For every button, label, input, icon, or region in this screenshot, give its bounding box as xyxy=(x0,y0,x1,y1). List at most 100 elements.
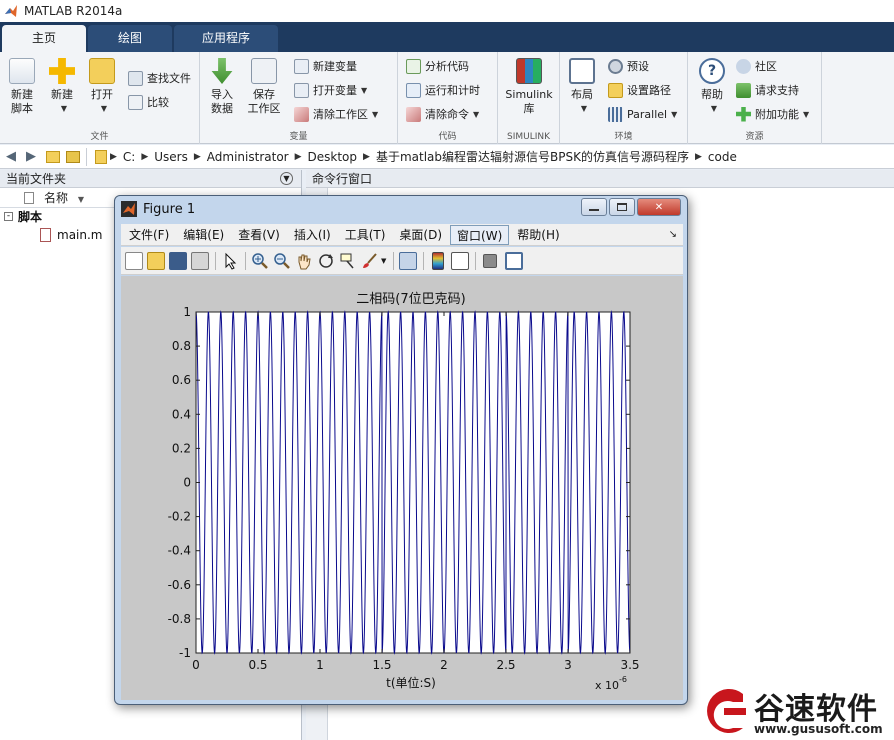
open-button[interactable]: 打开 ▼ xyxy=(84,58,120,116)
figure-canvas[interactable]: 二相码(7位巴克码) 1 0.8 0.6 0.4 0.2 0 -0.2 -0.4 -0.6 -0.… xyxy=(121,276,683,700)
chart-title: 二相码(7位巴克码) xyxy=(356,292,465,307)
clear-commands-button[interactable]: 清除命令 ▼ xyxy=(406,104,479,124)
run-and-time-button[interactable]: 运行和计时 xyxy=(406,80,480,100)
new-script-button[interactable]: 新建 脚本 xyxy=(4,58,40,116)
collapse-icon[interactable]: - xyxy=(4,212,13,221)
chevron-down-icon: ▼ xyxy=(803,109,810,119)
menu-tools[interactable]: 工具(T) xyxy=(339,225,392,245)
data-cursor-icon[interactable] xyxy=(339,252,357,270)
print-icon[interactable] xyxy=(191,252,209,270)
run-time-icon xyxy=(406,82,421,98)
clear-commands-icon xyxy=(406,106,421,122)
panel-menu-icon[interactable]: ▼ xyxy=(280,172,293,185)
ribbon-group-resources: ? 帮助 ▼ 社区 请求支持 附加功能 ▼ 资源 xyxy=(688,52,822,144)
breadcrumb-project-folder[interactable]: 基于matlab编程雷达辐射源信号BPSK的仿真信号源码程序 xyxy=(376,148,689,165)
help-label: 帮助 xyxy=(701,88,723,101)
compare-button[interactable]: 比较 xyxy=(128,92,169,112)
breadcrumb-desktop[interactable]: Desktop xyxy=(308,150,358,164)
breadcrumb-drive[interactable]: C: xyxy=(123,150,135,164)
zoom-out-icon[interactable] xyxy=(273,252,291,270)
new-figure-icon[interactable] xyxy=(125,252,143,270)
new-variable-icon xyxy=(294,58,309,74)
root-folder-icon[interactable] xyxy=(95,149,107,164)
help-button[interactable]: ? 帮助 ▼ xyxy=(694,58,730,116)
tab-plots[interactable]: 绘图 xyxy=(88,25,172,52)
ribbon-group-simulink: Simulink 库 SIMULINK xyxy=(498,52,560,144)
x-tick-label: 3.5 xyxy=(620,658,639,672)
tab-home[interactable]: 主页 xyxy=(2,25,86,52)
plot-svg[interactable]: 二相码(7位巴克码) 1 0.8 0.6 0.4 0.2 0 -0.2 -0.4 -0.6 -0.… xyxy=(121,276,683,700)
colorbar-icon[interactable] xyxy=(432,252,444,270)
close-button[interactable]: ✕ xyxy=(637,198,681,216)
back-arrow-icon[interactable]: ◀ xyxy=(2,148,20,166)
support-arrows-icon xyxy=(736,82,751,98)
x-tick-label: 2 xyxy=(440,658,448,672)
toolbar-separator xyxy=(475,252,476,270)
menu-insert[interactable]: 插入(I) xyxy=(288,225,337,245)
zoom-in-icon[interactable] xyxy=(251,252,269,270)
open-variable-button[interactable]: 打开变量 ▼ xyxy=(294,80,367,100)
figure-menubar: 文件(F) 编辑(E) 查看(V) 插入(I) 工具(T) 桌面(D) 窗口(W… xyxy=(121,224,683,246)
breadcrumb-users[interactable]: Users xyxy=(154,150,188,164)
parallel-button[interactable]: Parallel ▼ xyxy=(608,104,677,124)
hide-plot-tools-icon[interactable] xyxy=(483,254,497,268)
set-path-icon xyxy=(608,82,623,98)
y-tick-label: -0.6 xyxy=(168,578,191,592)
tab-apps[interactable]: 应用程序 xyxy=(174,25,278,52)
figure-window[interactable]: Figure 1 ✕ 文件(F) 编辑(E) 查看(V) 插入(I) 工具(T)… xyxy=(114,195,688,705)
preferences-button[interactable]: 预设 xyxy=(608,56,649,76)
analyze-code-button[interactable]: 分析代码 xyxy=(406,56,469,76)
y-tick-label: 0.6 xyxy=(172,373,191,387)
pointer-icon[interactable] xyxy=(221,252,239,270)
import-data-button[interactable]: 导入 数据 xyxy=(204,58,240,116)
watermark-logo xyxy=(707,689,746,733)
sort-down-icon: ▼ xyxy=(77,195,84,204)
show-plot-tools-icon[interactable] xyxy=(505,252,523,270)
pan-icon[interactable] xyxy=(295,252,313,270)
toolbar-separator xyxy=(393,252,394,270)
menu-edit[interactable]: 编辑(E) xyxy=(177,225,230,245)
y-tick-label: -1 xyxy=(179,646,191,660)
breadcrumb-administrator[interactable]: Administrator xyxy=(207,150,289,164)
community-button[interactable]: 社区 xyxy=(736,56,777,76)
new-variable-button[interactable]: 新建变量 xyxy=(294,56,357,76)
toolbar-separator xyxy=(215,252,216,270)
gear-icon xyxy=(608,58,623,74)
compare-label: 比较 xyxy=(147,96,169,109)
save-icon[interactable] xyxy=(169,252,187,270)
save-workspace-button[interactable]: 保存 工作区 xyxy=(246,58,282,116)
clear-workspace-button[interactable]: 清除工作区 ▼ xyxy=(294,104,378,124)
dock-arrow-icon[interactable]: ↘ xyxy=(669,229,677,240)
new-button[interactable]: 新建 ▼ xyxy=(44,58,80,116)
app-title: MATLAB R2014a xyxy=(24,4,123,18)
brush-icon[interactable] xyxy=(361,252,379,270)
new-script-icon xyxy=(9,58,35,84)
request-support-button[interactable]: 请求支持 xyxy=(736,80,799,100)
find-files-button[interactable]: 查找文件 xyxy=(128,68,191,88)
group-label-simulink: SIMULINK xyxy=(506,132,551,142)
menu-file[interactable]: 文件(F) xyxy=(123,225,175,245)
up-folder-icon[interactable] xyxy=(46,150,60,163)
set-path-button[interactable]: 设置路径 xyxy=(608,80,671,100)
rotate-icon[interactable] xyxy=(317,252,335,270)
minimize-button[interactable] xyxy=(581,198,607,216)
y-tick-label: 0 xyxy=(183,476,191,490)
forward-arrow-icon[interactable]: ▶ xyxy=(22,148,40,166)
chevron-down-icon[interactable]: ▼ xyxy=(381,257,386,265)
y-tick-label: 1 xyxy=(183,305,191,319)
layout-button[interactable]: 布局 ▼ xyxy=(564,58,600,116)
chevron-down-icon: ▼ xyxy=(671,109,678,119)
legend-icon[interactable] xyxy=(451,252,469,270)
browse-folder-icon[interactable] xyxy=(66,150,80,163)
menu-window[interactable]: 窗口(W) xyxy=(450,224,510,245)
link-plot-icon[interactable] xyxy=(399,252,417,270)
simulink-library-button[interactable]: Simulink 库 xyxy=(502,58,556,116)
menu-view[interactable]: 查看(V) xyxy=(232,225,286,245)
menu-desktop[interactable]: 桌面(D) xyxy=(393,225,448,245)
maximize-button[interactable] xyxy=(609,198,635,216)
open-icon[interactable] xyxy=(147,252,165,270)
breadcrumb-code[interactable]: code xyxy=(708,150,737,164)
addons-button[interactable]: 附加功能 ▼ xyxy=(736,104,809,124)
menu-help[interactable]: 帮助(H) xyxy=(511,225,565,245)
watermark: 谷速软件 www.gususoft.com xyxy=(696,684,894,740)
